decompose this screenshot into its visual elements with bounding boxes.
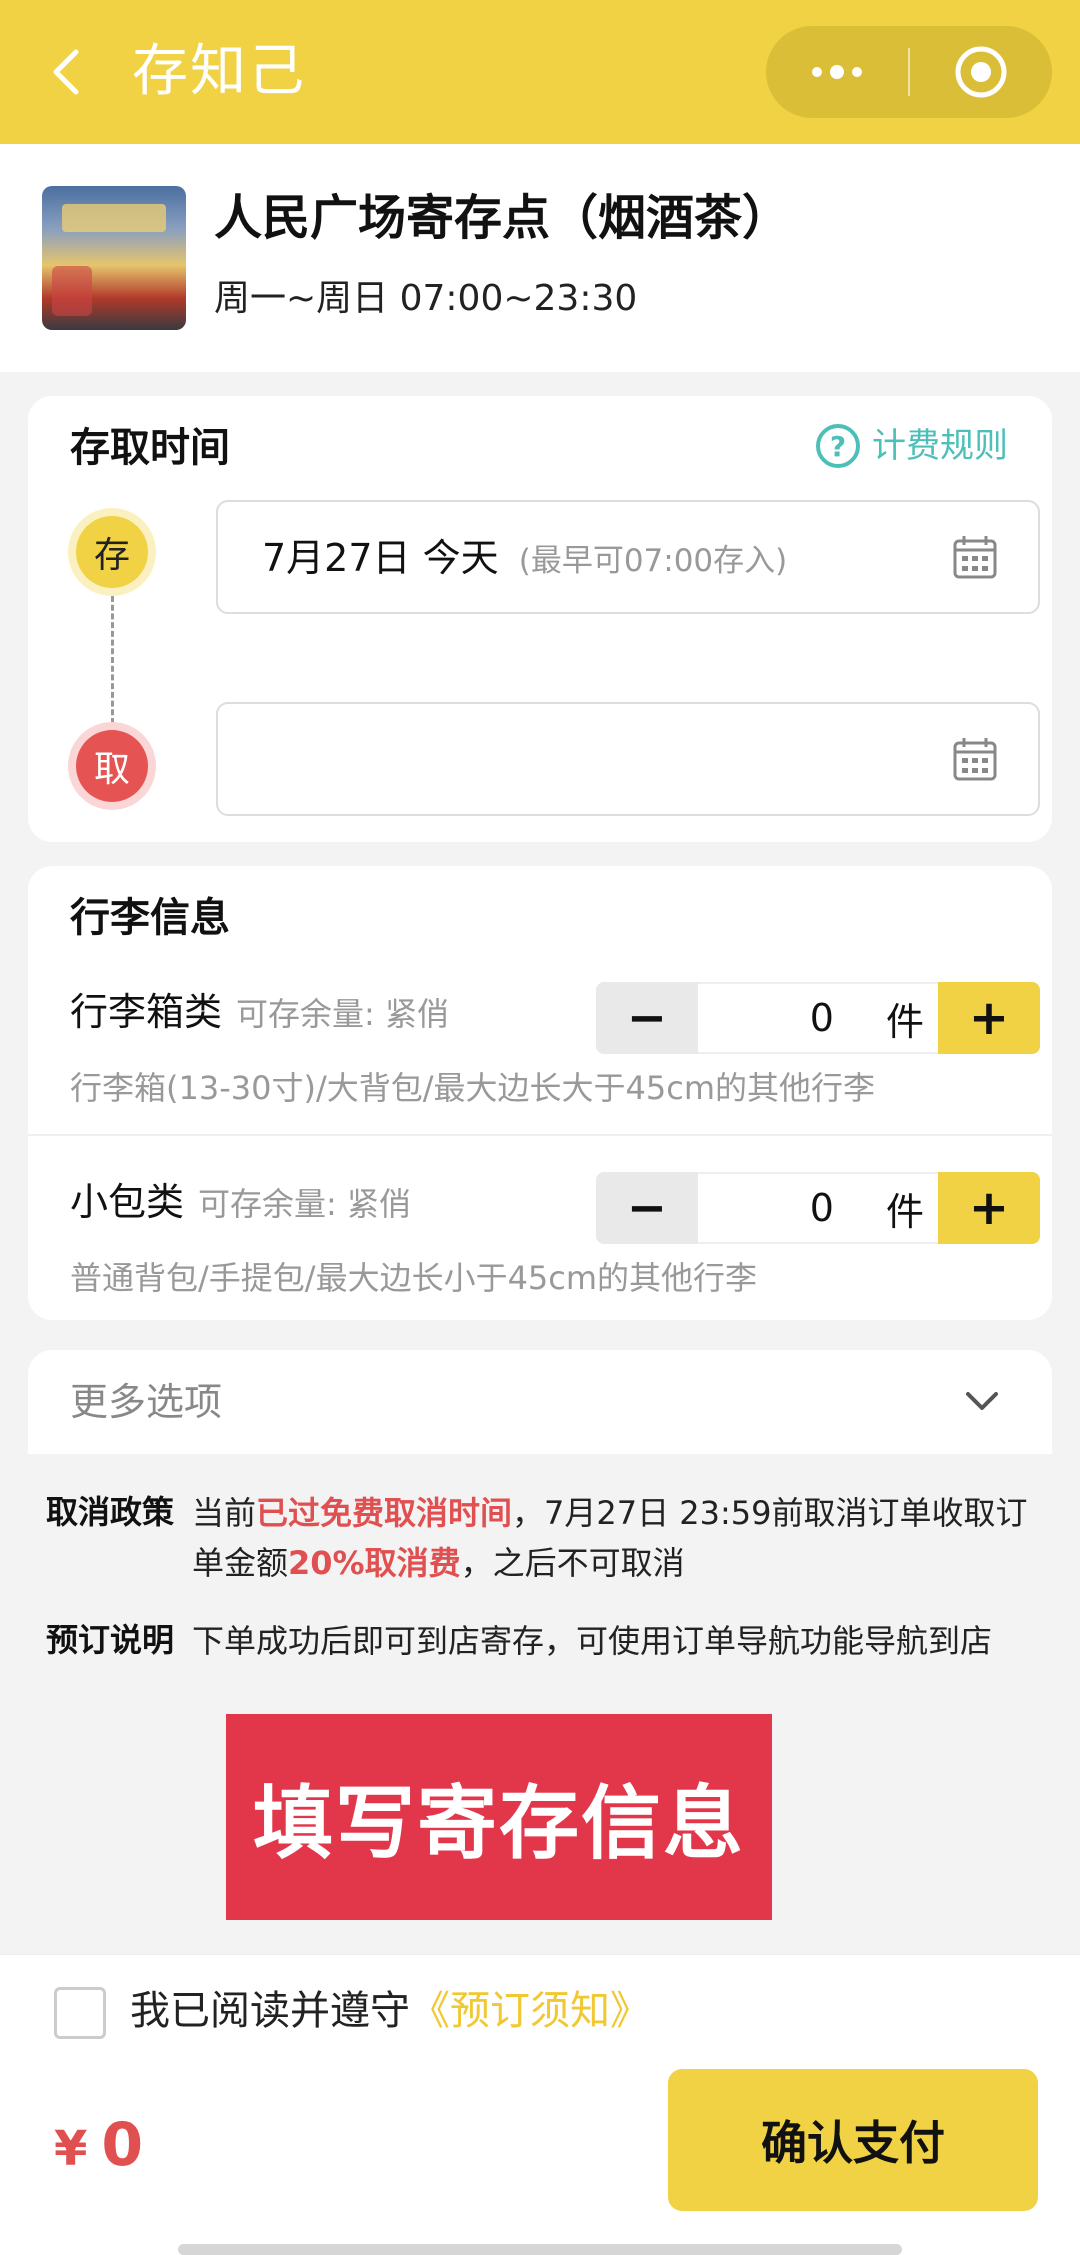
deposit-date: 7月27日 今天 xyxy=(262,536,499,580)
mini-program-capsule xyxy=(766,26,1052,118)
title-bar: 存知己 xyxy=(0,0,1080,144)
booking-note-text: 下单成功后即可到店寄存，可使用订单导航功能导航到店 xyxy=(192,1622,993,1660)
luggage-description: 行李箱(13-30寸)/大背包/最大边长大于45cm的其他行李 xyxy=(70,1069,876,1107)
luggage-remaining: 可存余量: 紧俏 xyxy=(236,995,449,1033)
price-amount: 0 xyxy=(101,2110,144,2180)
booking-terms-link[interactable]: 《预订须知》 xyxy=(410,1988,650,2034)
store-thumbnail[interactable] xyxy=(42,186,186,330)
luggage-remaining: 可存余量: 紧俏 xyxy=(198,1185,411,1223)
cancel-policy-label: 取消政策 xyxy=(46,1493,175,1531)
luggage-description: 普通背包/手提包/最大边长小于45cm的其他行李 xyxy=(70,1259,758,1297)
fee-rule-link[interactable]: ? 计费规则 xyxy=(816,424,1008,468)
app-title: 存知己 xyxy=(132,39,306,104)
luggage-card: 行李信息 行李箱类 可存余量: 紧俏 − 0 件 + 行李箱(13-30寸)/大背… xyxy=(28,866,1052,1320)
timeline-connector xyxy=(111,596,114,724)
store-name: 人民广场寄存点（烟酒茶） xyxy=(214,190,791,246)
agree-text: 我已阅读并遵守《预订须知》 xyxy=(130,1988,650,2034)
home-indicator xyxy=(178,2244,902,2255)
confirm-pay-button[interactable]: 确认支付 xyxy=(668,2069,1038,2211)
decrement-button[interactable]: − xyxy=(596,1172,698,1244)
pickup-date-field[interactable] xyxy=(216,702,1040,816)
target-circle-icon[interactable] xyxy=(910,26,1052,118)
deposit-badge: 存 xyxy=(76,516,148,588)
booking-note-label: 预订说明 xyxy=(46,1621,175,1659)
time-card: 存取时间 ? 计费规则 存 取 7月27日 今天 (最早可07:00存入) xyxy=(28,396,1052,842)
time-section-title: 存取时间 xyxy=(70,425,230,471)
pickup-badge: 取 xyxy=(76,730,148,802)
bottom-bar: 我已阅读并遵守《预订须知》 ¥0 确认支付 xyxy=(0,1954,1080,2255)
quantity-value: 0 xyxy=(809,1186,834,1230)
cancel-fee: 20%取消费 xyxy=(288,1544,461,1582)
luggage-type-name: 小包类 xyxy=(70,1180,185,1224)
quantity-input[interactable]: 0 件 xyxy=(698,1172,938,1244)
calendar-icon xyxy=(953,536,997,579)
quantity-unit: 件 xyxy=(885,1189,924,1234)
more-dots-icon[interactable] xyxy=(766,26,908,118)
fee-rule-label: 计费规则 xyxy=(872,426,1008,466)
currency-symbol: ¥ xyxy=(54,2121,88,2177)
decrement-button[interactable]: − xyxy=(596,982,698,1054)
deposit-date-field[interactable]: 7月27日 今天 (最早可07:00存入) xyxy=(216,500,1040,614)
store-hours: 周一~周日 07:00~23:30 xyxy=(214,278,638,319)
fill-info-banner: 填写寄存信息 xyxy=(226,1714,772,1920)
quantity-stepper: − 0 件 + xyxy=(596,982,1040,1054)
quantity-unit: 件 xyxy=(885,999,924,1044)
cancel-policy-text: 当前已过免费取消时间，7月27日 23:59前取消订单收取订单金额20%取消费，… xyxy=(192,1494,1028,1582)
chevron-down-icon xyxy=(966,1392,998,1410)
increment-button[interactable]: + xyxy=(938,982,1040,1054)
deposit-hint: (最早可07:00存入) xyxy=(518,543,788,579)
quantity-input[interactable]: 0 件 xyxy=(698,982,938,1054)
row-divider xyxy=(28,1134,1052,1136)
chevron-left-icon[interactable] xyxy=(44,42,88,102)
quantity-value: 0 xyxy=(809,996,834,1040)
question-circle-icon: ? xyxy=(816,424,860,468)
quantity-stepper: − 0 件 + xyxy=(596,1172,1040,1244)
luggage-type-name: 行李箱类 xyxy=(70,990,223,1034)
increment-button[interactable]: + xyxy=(938,1172,1040,1244)
store-header: 人民广场寄存点（烟酒茶） 周一~周日 07:00~23:30 xyxy=(0,144,1080,372)
more-options-label: 更多选项 xyxy=(70,1380,223,1424)
more-options-toggle[interactable]: 更多选项 xyxy=(28,1350,1052,1454)
calendar-icon xyxy=(953,738,997,781)
agree-checkbox[interactable] xyxy=(54,1987,106,2039)
cancel-warning: 已过免费取消时间 xyxy=(256,1494,513,1532)
total-price: ¥0 xyxy=(54,2105,143,2200)
luggage-section-title: 行李信息 xyxy=(70,895,230,941)
